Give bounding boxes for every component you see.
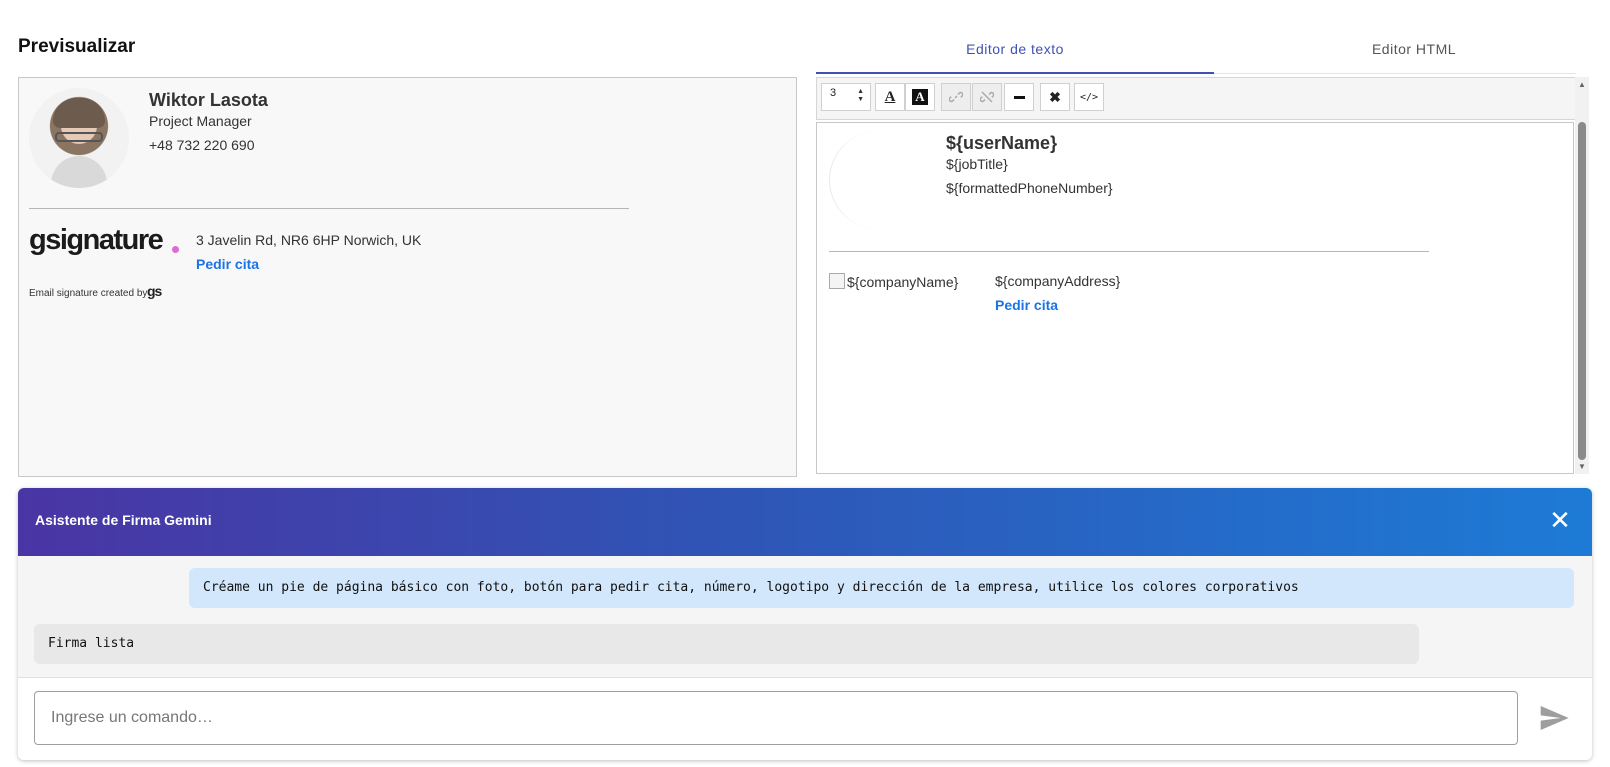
assistant-message: Firma lista: [34, 624, 1419, 664]
preview-title: Previsualizar: [18, 36, 136, 57]
editor-toolbar: 3 ▲ ▼ A A ✖ </>: [816, 77, 1577, 120]
signature-phone: +48 732 220 690: [149, 137, 255, 153]
tab-html-editor[interactable]: Editor HTML: [1214, 40, 1610, 74]
source-code-button[interactable]: </>: [1074, 83, 1104, 111]
editor-divider: [829, 251, 1429, 252]
avatar: [29, 88, 129, 188]
signature-divider: [29, 208, 629, 209]
signature-name: Wiktor Lasota: [149, 90, 268, 110]
scroll-down-icon[interactable]: ▼: [1578, 462, 1586, 471]
credit-logo: gs: [147, 283, 162, 299]
editor-phone: ${formattedPhoneNumber}: [946, 180, 1113, 196]
minus-icon: [1013, 95, 1025, 99]
send-icon[interactable]: [1538, 702, 1570, 734]
command-input[interactable]: [34, 691, 1518, 745]
editor-scrollbar-thumb[interactable]: [1578, 122, 1586, 460]
avatar-hair: [53, 98, 105, 128]
font-color-button[interactable]: A: [875, 83, 905, 111]
editor-pedir-cita-link[interactable]: Pedir cita: [995, 297, 1058, 313]
font-size-value: 3: [830, 87, 837, 99]
editor-company-logo: ${companyName}: [829, 273, 958, 290]
gemini-assistant-panel: Asistente de Firma Gemini ✕ Créame un pi…: [18, 488, 1592, 760]
editor-job-title: ${jobTitle}: [946, 156, 1008, 172]
link-icon: [949, 91, 963, 103]
logo-dot: [172, 246, 179, 253]
link-button[interactable]: [941, 83, 971, 111]
editor-user-name: ${userName}: [946, 133, 1058, 153]
user-message: Créame un pie de página básico con foto,…: [189, 568, 1574, 608]
unlink-button[interactable]: [972, 83, 1002, 111]
avatar-body: [51, 156, 107, 188]
background-color-button[interactable]: A: [905, 83, 935, 111]
code-icon: </>: [1079, 91, 1099, 103]
chat-footer: [18, 677, 1592, 760]
active-tab-indicator: [816, 72, 1214, 74]
avatar-glasses: [55, 132, 103, 142]
signature-credit: Email signature created by: [29, 288, 148, 299]
pedir-cita-link[interactable]: Pedir cita: [196, 256, 259, 272]
broken-image-icon: [829, 273, 845, 289]
company-logo: gsignature: [29, 224, 164, 256]
tab-text-editor[interactable]: Editor de texto: [816, 40, 1214, 74]
x-icon: ✖: [1049, 88, 1061, 105]
signature-address: 3 Javelin Rd, NR6 6HP Norwich, UK: [196, 232, 422, 248]
unlink-icon: [980, 91, 994, 103]
remove-format-button[interactable]: ✖: [1040, 83, 1070, 111]
editor-company-name: ${companyName}: [847, 274, 959, 290]
horizontal-rule-button[interactable]: [1004, 83, 1034, 111]
chat-title: Asistente de Firma Gemini: [35, 512, 212, 528]
background-color-icon: A: [912, 89, 928, 105]
rich-text-editor[interactable]: ${userName} ${jobTitle} ${formattedPhone…: [816, 122, 1574, 474]
font-size-select[interactable]: 3 ▲ ▼: [821, 83, 871, 111]
spinner-arrows-icon: ▲ ▼: [857, 88, 864, 103]
close-icon[interactable]: ✕: [1544, 504, 1576, 536]
scroll-up-icon[interactable]: ▲: [1578, 80, 1586, 89]
signature-preview: Wiktor Lasota Project Manager +48 732 22…: [18, 77, 797, 477]
signature-job-title: Project Manager: [149, 113, 252, 129]
font-color-icon: A: [884, 88, 896, 105]
broken-photo-image: [829, 131, 928, 229]
editor-company-address: ${companyAddress}: [995, 273, 1121, 289]
chat-header: Asistente de Firma Gemini ✕: [18, 488, 1592, 556]
